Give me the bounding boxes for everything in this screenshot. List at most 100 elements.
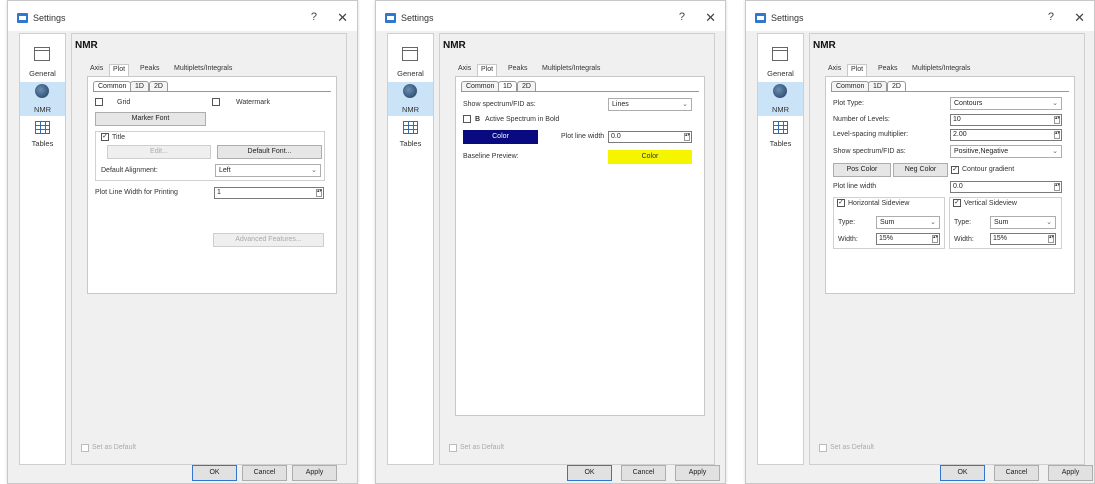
- sidebar-item-general[interactable]: General: [758, 38, 803, 80]
- nmr-icon: [773, 84, 787, 98]
- tab-peaks[interactable]: Peaks: [875, 64, 900, 76]
- tab-axis[interactable]: Axis: [825, 64, 844, 76]
- sidebar-item-nmr[interactable]: NMR: [758, 82, 803, 116]
- set-as-default-checkbox[interactable]: [81, 444, 89, 452]
- sidebar-item-tables[interactable]: Tables: [388, 119, 433, 157]
- settings-window-1d: Settings ? ✕ General NMR Tables NMR Axis…: [375, 0, 726, 484]
- help-button[interactable]: ?: [1048, 11, 1054, 23]
- sidebar-item-general[interactable]: General: [20, 38, 65, 80]
- settings-content: NMR Axis Plot Peaks Multiplets/Integrals…: [71, 33, 347, 465]
- type-label: Type:: [838, 219, 856, 226]
- width-value: 15%: [993, 235, 1008, 242]
- sidebar-item-nmr[interactable]: NMR: [20, 82, 65, 116]
- help-button[interactable]: ?: [679, 11, 685, 23]
- baseline-color-button[interactable]: Color: [608, 150, 692, 164]
- tab-multiplets-integrals[interactable]: Multiplets/Integrals: [539, 64, 603, 76]
- sidebar-item-label: General: [29, 69, 56, 78]
- set-as-default-checkbox[interactable]: [819, 444, 827, 452]
- tab-axis[interactable]: Axis: [87, 64, 106, 76]
- tab-peaks[interactable]: Peaks: [505, 64, 530, 76]
- active-bold-checkbox[interactable]: [463, 115, 471, 123]
- type-label: Type:: [954, 219, 972, 226]
- pos-color-button[interactable]: Pos Color: [833, 163, 891, 177]
- window-icon: [772, 47, 788, 61]
- ok-button[interactable]: OK: [567, 465, 612, 481]
- cancel-button[interactable]: Cancel: [994, 465, 1039, 481]
- vertical-sideview-checkbox[interactable]: ✓: [953, 199, 961, 207]
- sidebar-item-tables[interactable]: Tables: [20, 119, 65, 157]
- active-bold-label: Active Spectrum in Bold: [485, 116, 560, 123]
- levels-spinbox[interactable]: 10 ▴▾: [950, 114, 1062, 126]
- subtab-divider: [461, 91, 699, 92]
- vertical-width-spinbox[interactable]: 15% ▴▾: [990, 233, 1056, 245]
- show-spectrum-select[interactable]: Lines ⌄: [608, 98, 692, 111]
- window-icon: [402, 47, 418, 61]
- sidebar-item-label: Tables: [399, 139, 422, 148]
- close-button[interactable]: ✕: [705, 10, 716, 26]
- horizontal-sideview-label: Horizontal Sideview: [848, 200, 910, 207]
- apply-button[interactable]: Apply: [675, 465, 720, 481]
- spacing-spinbox[interactable]: 2.00 ▴▾: [950, 129, 1062, 141]
- sidebar-item-nmr[interactable]: NMR: [388, 82, 433, 116]
- nmr-icon: [403, 84, 417, 98]
- cancel-button[interactable]: Cancel: [621, 465, 666, 481]
- grid-checkbox[interactable]: [95, 98, 103, 106]
- spin-arrows-icon[interactable]: ▴▾: [316, 189, 322, 197]
- tab-multiplets-integrals[interactable]: Multiplets/Integrals: [171, 64, 235, 76]
- spin-arrows-icon[interactable]: ▴▾: [1054, 183, 1060, 191]
- cancel-button[interactable]: Cancel: [242, 465, 287, 481]
- advanced-features-button[interactable]: Advanced Features...: [213, 233, 324, 247]
- ok-button[interactable]: OK: [192, 465, 237, 481]
- tab-multiplets-integrals[interactable]: Multiplets/Integrals: [909, 64, 973, 76]
- vertical-type-select[interactable]: Sum ⌄: [990, 216, 1056, 229]
- horizontal-type-select[interactable]: Sum ⌄: [876, 216, 940, 229]
- show-spectrum-value: Lines: [612, 101, 629, 108]
- sidebar-item-label: Tables: [31, 139, 54, 148]
- width-label: Width:: [954, 236, 974, 243]
- watermark-checkbox[interactable]: [212, 98, 220, 106]
- window-title: Settings: [771, 13, 804, 23]
- title-checkbox[interactable]: ✓: [101, 133, 109, 141]
- tab-axis[interactable]: Axis: [455, 64, 474, 76]
- set-as-default-label: Set as Default: [830, 444, 874, 451]
- type-value: Sum: [994, 219, 1009, 226]
- default-font-button[interactable]: Default Font...: [217, 145, 322, 159]
- plot-type-select[interactable]: Contours ⌄: [950, 97, 1062, 110]
- sidebar-item-label: General: [767, 69, 794, 78]
- spin-arrows-icon[interactable]: ▴▾: [684, 133, 690, 141]
- plot-line-width-spinbox[interactable]: 0.0 ▴▾: [608, 131, 692, 143]
- apply-button[interactable]: Apply: [1048, 465, 1093, 481]
- edit-title-button[interactable]: Edit...: [107, 145, 211, 159]
- show-spectrum-select[interactable]: Positive,Negative ⌄: [950, 145, 1062, 158]
- default-alignment-select[interactable]: Left ⌄: [215, 164, 321, 177]
- help-button[interactable]: ?: [311, 11, 317, 23]
- close-button[interactable]: ✕: [1074, 10, 1085, 26]
- default-alignment-value: Left: [219, 167, 231, 174]
- neg-color-button[interactable]: Neg Color: [893, 163, 948, 177]
- apply-button[interactable]: Apply: [292, 465, 337, 481]
- spin-arrows-icon[interactable]: ▴▾: [1048, 235, 1054, 243]
- horizontal-width-spinbox[interactable]: 15% ▴▾: [876, 233, 940, 245]
- ok-button[interactable]: OK: [940, 465, 985, 481]
- tab-peaks[interactable]: Peaks: [137, 64, 162, 76]
- line-color-button[interactable]: Color: [463, 130, 538, 144]
- table-icon: [35, 121, 50, 134]
- title-bar: Settings ? ✕: [8, 1, 357, 31]
- spin-arrows-icon[interactable]: ▴▾: [1054, 131, 1060, 139]
- plot-line-width-spinbox[interactable]: 0.0 ▴▾: [950, 181, 1062, 193]
- sidebar-item-general[interactable]: General: [388, 38, 433, 80]
- window-title: Settings: [401, 13, 434, 23]
- settings-window-common: Settings ? ✕ General NMR Tables NMR Axis…: [7, 0, 358, 484]
- set-as-default-checkbox[interactable]: [449, 444, 457, 452]
- horizontal-sideview-group: ✓ Horizontal Sideview Type: Sum ⌄ Width: …: [833, 197, 945, 249]
- horizontal-sideview-checkbox[interactable]: ✓: [837, 199, 845, 207]
- close-button[interactable]: ✕: [337, 10, 348, 26]
- sidebar-item-label: NMR: [771, 105, 790, 114]
- sidebar-item-tables[interactable]: Tables: [758, 119, 803, 157]
- spin-arrows-icon[interactable]: ▴▾: [932, 235, 938, 243]
- contour-gradient-checkbox[interactable]: ✓: [951, 166, 959, 174]
- spin-arrows-icon[interactable]: ▴▾: [1054, 116, 1060, 124]
- title-group: ✓ Title Edit... Default Font... Default …: [95, 131, 325, 181]
- plot-line-width-printing-spinbox[interactable]: 1 ▴▾: [214, 187, 324, 199]
- marker-font-button[interactable]: Marker Font: [95, 112, 206, 126]
